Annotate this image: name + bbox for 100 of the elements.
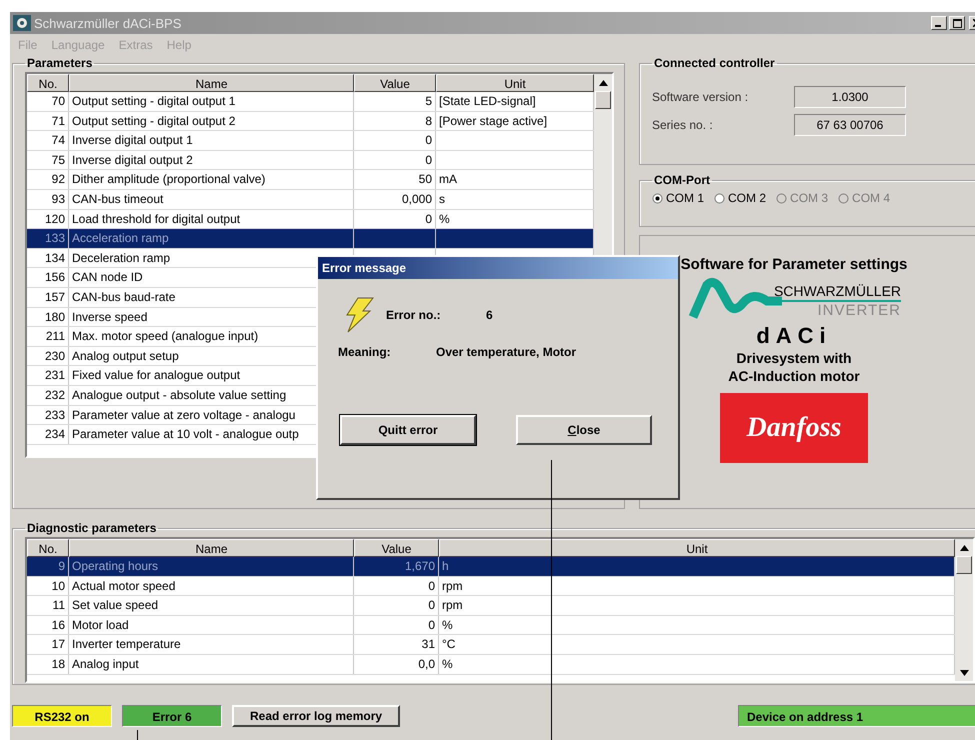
table-cell: 75 bbox=[27, 150, 69, 170]
table-cell: 10 bbox=[27, 576, 69, 596]
error-number: 6 bbox=[486, 308, 493, 322]
table-cell: 9 bbox=[27, 557, 69, 576]
column-header[interactable]: Unit bbox=[439, 539, 955, 557]
group-title: Parameters bbox=[26, 56, 94, 70]
table-cell: 134 bbox=[27, 248, 69, 268]
table-cell: 5 bbox=[354, 92, 436, 111]
maximize-button[interactable] bbox=[949, 16, 965, 30]
table-cell: 157 bbox=[27, 288, 69, 307]
read-log-button[interactable]: Read error log memory bbox=[232, 704, 400, 726]
group-title: Diagnostic parameters bbox=[26, 521, 158, 535]
table-cell: Actual motor speed bbox=[69, 576, 354, 596]
field-label: Software version : bbox=[652, 90, 750, 104]
field-label: Series no. : bbox=[652, 118, 714, 132]
table-row[interactable]: 11 Set value speed 0 rpm bbox=[27, 596, 955, 616]
table-row[interactable]: 74 Inverse digital output 1 0 bbox=[27, 131, 594, 151]
product-description: AC-Induction motor bbox=[728, 366, 860, 385]
lightning-icon bbox=[344, 297, 374, 333]
table-row[interactable]: 70 Output setting - digital output 1 5 [State LED-signal] bbox=[27, 92, 594, 112]
table-cell: Inverse digital output 2 bbox=[69, 150, 354, 170]
scroll-up-icon bbox=[960, 545, 968, 551]
table-cell: 0 bbox=[354, 616, 439, 634]
branding-heading: Software for Parameter settings bbox=[680, 256, 908, 273]
product-name: dACi bbox=[756, 322, 832, 349]
scrollbar[interactable] bbox=[955, 539, 973, 681]
table-cell: 31 bbox=[354, 635, 439, 654]
readonly-field: 1.0300 bbox=[794, 86, 906, 108]
company-subtitle: INVERTER bbox=[817, 302, 902, 319]
radio-button-icon[interactable] bbox=[714, 192, 726, 204]
table-cell: 18 bbox=[27, 654, 69, 674]
table-cell: 16 bbox=[27, 616, 69, 634]
table-cell: 230 bbox=[27, 346, 69, 366]
table-row[interactable]: 18 Analog input 0,0 % bbox=[27, 654, 955, 675]
table-cell: 232 bbox=[27, 386, 69, 404]
column-header[interactable]: Name bbox=[69, 539, 354, 557]
table-cell: 92 bbox=[27, 170, 69, 189]
table-row[interactable]: 9 Operating hours 1,670 h bbox=[27, 557, 955, 577]
group-title: COM-Port bbox=[653, 173, 711, 188]
column-header[interactable]: No. bbox=[27, 74, 69, 92]
table-cell: 233 bbox=[27, 406, 69, 424]
table-cell: Output setting - digital output 2 bbox=[69, 112, 354, 130]
table-row[interactable]: 10 Actual motor speed 0 rpm bbox=[27, 576, 955, 596]
column-header[interactable]: No. bbox=[27, 539, 69, 557]
group-title: Connected controller bbox=[653, 56, 776, 70]
table-cell: Inverter temperature bbox=[69, 635, 354, 654]
maximize-icon bbox=[952, 18, 962, 28]
window-title: Schwarzmüller dACi-BPS bbox=[34, 16, 182, 30]
status-indicator: Error 6 bbox=[122, 704, 222, 726]
table-cell: 11 bbox=[27, 596, 69, 615]
table-cell: 17 bbox=[27, 635, 69, 654]
table-cell: Operating hours bbox=[69, 557, 354, 576]
table-cell: Acceleration ramp bbox=[69, 229, 354, 248]
partner-logo: Danfoss bbox=[720, 392, 868, 463]
error-number-label: Error no.: bbox=[386, 308, 442, 322]
table-cell: 133 bbox=[27, 229, 69, 248]
radio-button-icon[interactable] bbox=[652, 192, 663, 204]
radio-option[interactable]: COM 2 bbox=[714, 191, 766, 206]
table-cell: 50 bbox=[354, 170, 436, 189]
table-cell: 70 bbox=[27, 92, 69, 111]
table-cell: Set value speed bbox=[69, 596, 354, 615]
table-row[interactable]: 71 Output setting - digital output 2 8 [Power stage active] bbox=[27, 112, 594, 132]
table-cell: 156 bbox=[27, 268, 69, 287]
table-cell: 93 bbox=[27, 190, 69, 209]
table-cell: 8 bbox=[354, 112, 436, 130]
dialog-button[interactable]: Close bbox=[516, 415, 652, 445]
table-row[interactable]: 133 Acceleration ramp bbox=[27, 229, 594, 249]
minimize-button[interactable] bbox=[931, 16, 947, 30]
column-header[interactable]: Value bbox=[354, 539, 439, 557]
table-cell: 180 bbox=[27, 308, 69, 326]
scroll-down-icon bbox=[960, 670, 968, 676]
dialog-button[interactable]: Quitt error bbox=[340, 415, 476, 445]
scrollbar-thumb[interactable] bbox=[595, 91, 611, 109]
column-header[interactable]: Name bbox=[69, 74, 354, 92]
table-cell: 0 bbox=[354, 150, 436, 170]
table-cell: 71 bbox=[27, 112, 69, 130]
table-cell: 0 bbox=[354, 596, 439, 615]
table-cell: 0 bbox=[354, 210, 436, 228]
table-cell: CAN-bus timeout bbox=[69, 190, 354, 209]
table-cell: 0,000 bbox=[354, 190, 436, 209]
table-row[interactable]: 92 Dither amplitude (proportional valve) 50 mA bbox=[27, 170, 594, 190]
table-cell: Inverse digital output 1 bbox=[69, 131, 354, 150]
readonly-field: 67 63 00706 bbox=[794, 114, 906, 136]
app-icon bbox=[13, 15, 31, 31]
table-cell: 234 bbox=[27, 425, 69, 444]
table-cell: 0 bbox=[354, 131, 436, 150]
scroll-up-icon bbox=[598, 80, 608, 86]
radio-option[interactable]: COM 1 bbox=[652, 191, 704, 206]
status-indicator: Device on address 1 bbox=[738, 704, 975, 726]
table-cell: 0 bbox=[354, 576, 439, 596]
table-row[interactable]: 93 CAN-bus timeout 0,000 s bbox=[27, 190, 594, 210]
column-header[interactable]: Unit bbox=[436, 74, 594, 92]
table-row[interactable]: 16 Motor load 0 % bbox=[27, 616, 955, 636]
table-cell: Motor load bbox=[69, 616, 354, 634]
table-cell: 120 bbox=[27, 210, 69, 228]
scrollbar-thumb[interactable] bbox=[956, 556, 972, 574]
table-row[interactable]: 75 Inverse digital output 2 0 bbox=[27, 150, 594, 170]
column-header[interactable]: Value bbox=[354, 74, 436, 92]
table-row[interactable]: 17 Inverter temperature 31 °C bbox=[27, 635, 955, 655]
table-cell: Analog input bbox=[69, 654, 354, 674]
